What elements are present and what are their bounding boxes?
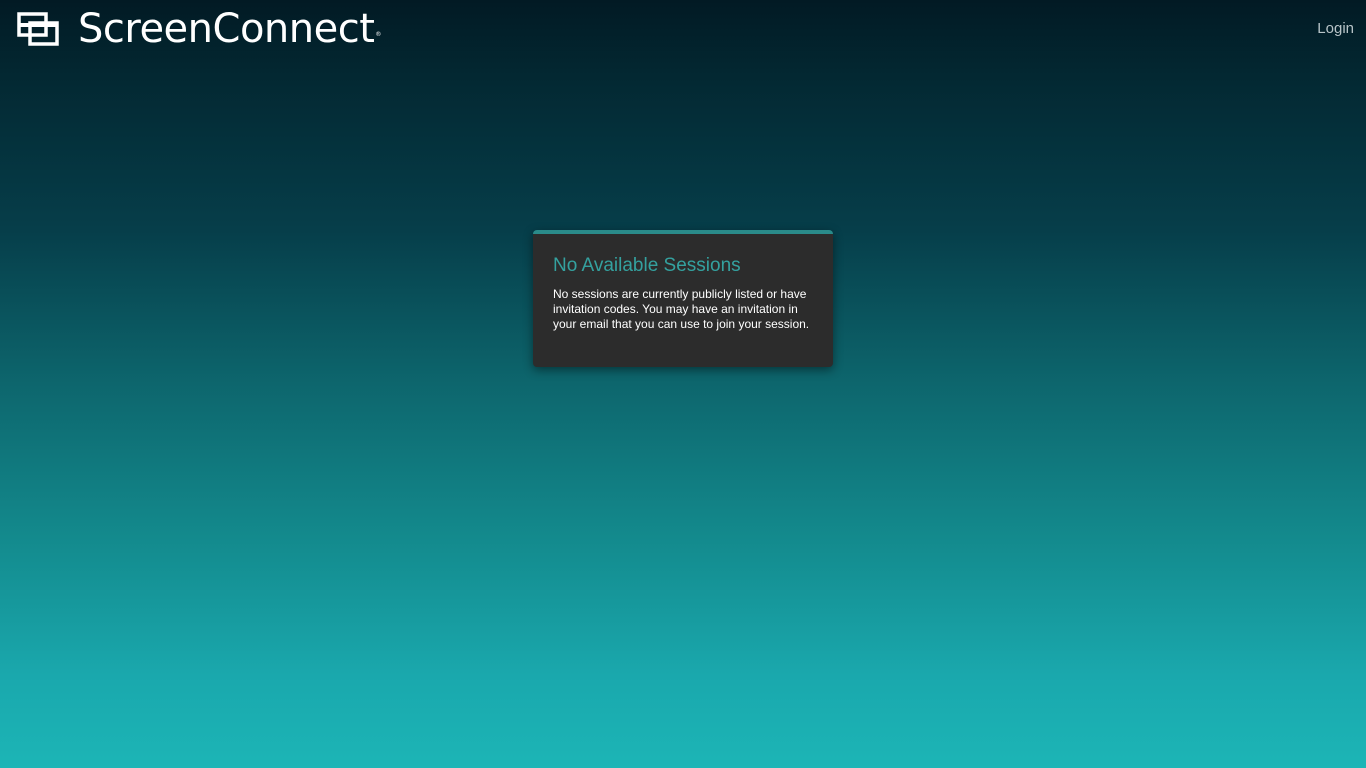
screenconnect-logo: ScreenConnect® [17, 9, 381, 49]
screenconnect-logo-icon [17, 12, 59, 46]
top-header: ScreenConnect® Login [0, 0, 1366, 58]
panel-message: No sessions are currently publicly liste… [553, 287, 810, 331]
login-link[interactable]: Login [1317, 20, 1354, 37]
panel-title: No Available Sessions [553, 255, 741, 276]
no-sessions-panel: No Available Sessions No sessions are cu… [533, 230, 833, 367]
logo-wordmark: ScreenConnect® [78, 6, 381, 52]
registered-mark: ® [375, 31, 381, 38]
